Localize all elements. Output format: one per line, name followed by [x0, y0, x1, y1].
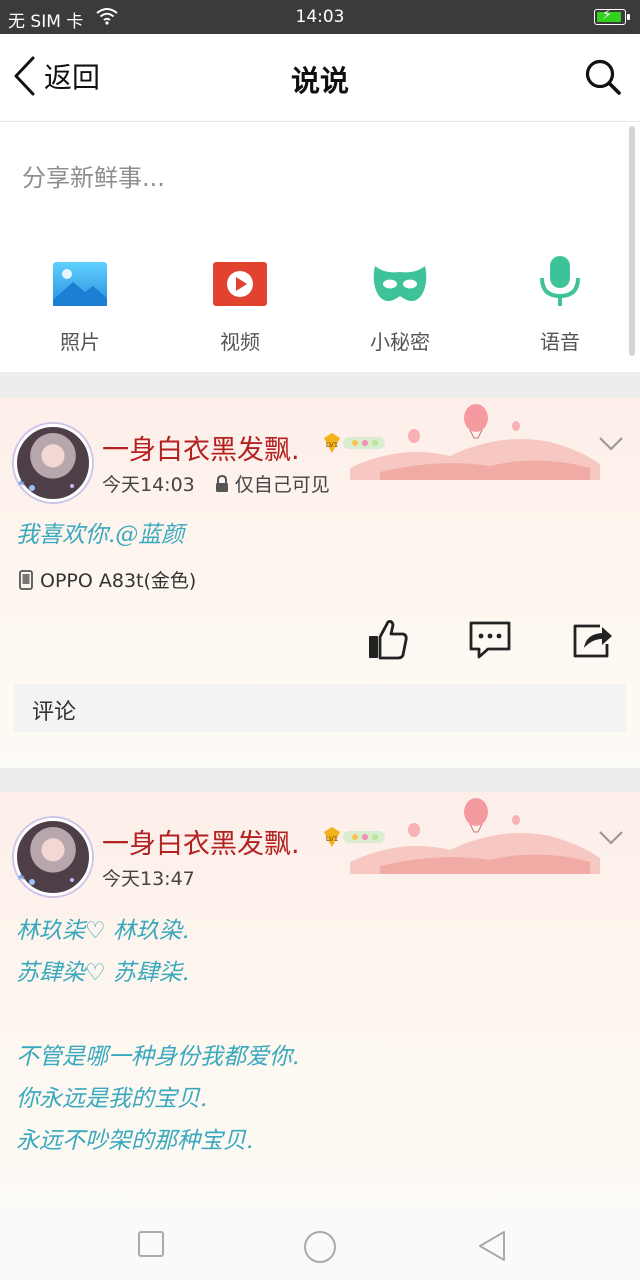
video-button[interactable]: 视频: [160, 260, 320, 355]
search-icon: [585, 59, 621, 95]
visibility-label: 仅自己可见: [234, 474, 330, 496]
recent-apps-button[interactable]: [137, 1230, 165, 1258]
post-meta: 今天13:47: [102, 864, 195, 891]
svg-text:LV1: LV1: [326, 441, 338, 449]
svg-text:LV1: LV1: [326, 835, 338, 843]
post-time: 今天14:03: [102, 474, 195, 496]
chevron-down-icon[interactable]: [598, 830, 624, 846]
post-line: 你永远是我的宝贝.: [16, 1086, 208, 1112]
chevron-down-icon[interactable]: [598, 436, 624, 452]
photo-label: 照片: [60, 330, 100, 354]
author-name[interactable]: 一身白衣黑发飘.: [102, 428, 300, 467]
level-badge-icon: LV1: [324, 827, 385, 847]
system-nav-bar: [0, 1208, 640, 1280]
comment-icon: [469, 621, 511, 659]
level-badge-icon: LV1: [324, 433, 385, 453]
battery-icon: ⚡: [594, 7, 630, 25]
post-meta: 今天14:03 仅自己可见: [102, 470, 330, 497]
video-label: 视频: [220, 330, 260, 354]
search-button[interactable]: [584, 58, 622, 100]
avatar-frame-decoration: [17, 873, 74, 885]
author-name[interactable]: 一身白衣黑发飘.: [102, 822, 300, 861]
photo-icon: [53, 262, 107, 306]
device-info: OPPO A83t(金色): [18, 566, 196, 593]
lock-icon: [215, 474, 228, 492]
secret-button[interactable]: 小秘密: [320, 260, 480, 355]
post-line: 苏肆染♡ 苏肆柒.: [16, 960, 190, 986]
comment-input[interactable]: 评论: [14, 684, 626, 732]
photo-button[interactable]: 照片: [0, 260, 160, 355]
status-bar: 无 SIM 卡 14:03 ⚡: [0, 0, 640, 34]
post-line: 林玖柒♡ 林玖染.: [16, 918, 190, 944]
feed-post: 一身白衣黑发飘. LV1 今天13:47 林玖柒♡ 林玖染. 苏肆染♡ 苏肆柒.…: [0, 792, 640, 1208]
composer: 分享新鲜事... 照片 视频 小秘密 语音: [0, 122, 640, 372]
post-line: 永远不吵架的那种宝贝.: [16, 1128, 254, 1154]
post-line: 不管是哪一种身份我都爱你.: [16, 1044, 300, 1070]
post-time: 今天13:47: [102, 868, 195, 890]
thumbs-up-icon: [369, 620, 408, 660]
phone-icon: [19, 569, 33, 590]
mask-icon: [373, 266, 427, 301]
post-line: [16, 994, 299, 1036]
post-text: 我喜欢你.@蓝颜: [16, 516, 184, 554]
compose-input[interactable]: 分享新鲜事...: [22, 158, 165, 193]
avatar-frame-decoration: [17, 479, 74, 491]
feed-post: 一身白衣黑发飘. LV1 今天14:03 仅自己可见 我喜欢你.@蓝颜 OPPO…: [0, 398, 640, 768]
microphone-icon: [540, 256, 580, 306]
post-text: 林玖柒♡ 林玖染. 苏肆染♡ 苏肆柒. 不管是哪一种身份我都爱你. 你永远是我的…: [16, 910, 299, 1162]
share-button[interactable]: [570, 618, 614, 662]
nav-bar: 返回 说说: [0, 34, 640, 122]
clock: 14:03: [295, 7, 345, 27]
device-label: OPPO A83t(金色): [40, 570, 197, 592]
secret-label: 小秘密: [370, 330, 430, 354]
video-icon: [213, 262, 267, 306]
voice-button[interactable]: 语音: [480, 256, 640, 355]
comment-button[interactable]: [468, 618, 512, 662]
comment-placeholder: 评论: [32, 700, 77, 725]
post-line: 我喜欢你.@蓝颜: [16, 522, 185, 548]
system-back-button[interactable]: [476, 1230, 508, 1262]
page-title: 说说: [290, 64, 349, 98]
like-button[interactable]: [366, 618, 410, 662]
share-icon: [573, 624, 612, 658]
home-button[interactable]: [303, 1230, 337, 1264]
voice-label: 语音: [540, 330, 580, 354]
